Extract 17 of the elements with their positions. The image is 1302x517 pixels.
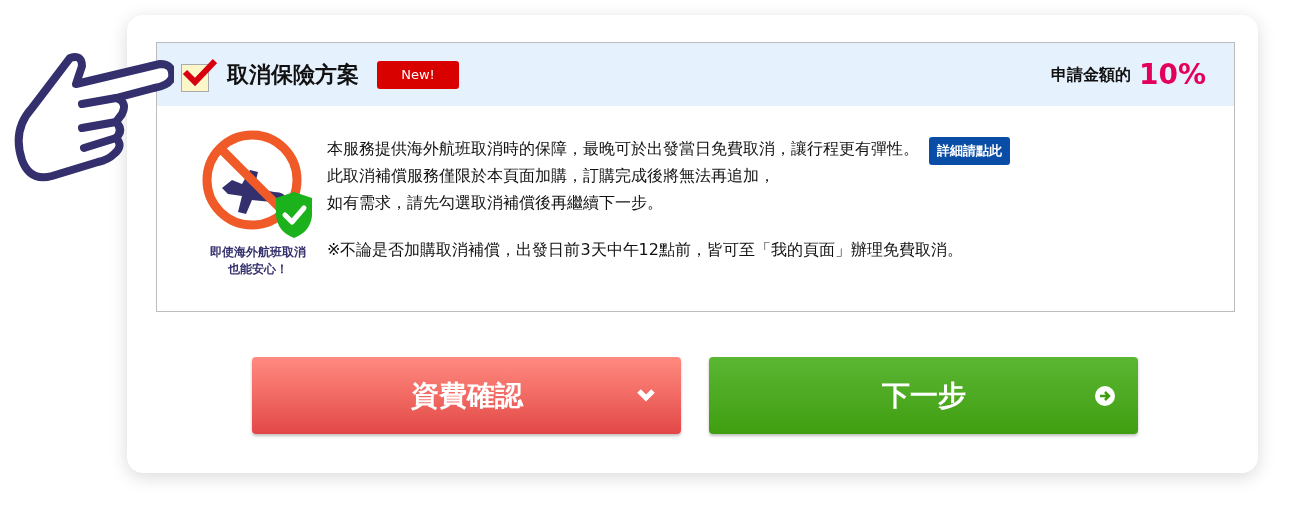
note-text: ※不論是否加購取消補償，出發日前3天中午12點前，皆可至「我的頁面」辦理免費取消。 [327, 239, 964, 261]
pricing-button[interactable]: 資費確認 [252, 357, 681, 434]
checkbox[interactable] [181, 57, 215, 92]
illustration-caption: 也能安心！ [228, 261, 288, 278]
amount-value: 10% [1138, 56, 1206, 93]
new-badge: New! [377, 60, 459, 89]
plan-title: 取消保險方案 [227, 61, 359, 89]
chevron-down-icon [636, 387, 656, 403]
description-text: 此取消補償服務僅限於本頁面加購，訂購完成後將無法再追加， [327, 165, 776, 187]
description-text: 如有需求，請先勾選取消補償後再繼續下一步。 [327, 192, 664, 214]
details-link[interactable]: 詳細請點此 [929, 137, 1010, 165]
next-button[interactable]: 下一步 [709, 357, 1138, 434]
arrow-circle-icon [1094, 385, 1116, 407]
no-flight-shield-icon [202, 130, 314, 240]
illustration-caption: 即使海外航班取消 [210, 244, 306, 261]
description-text: 本服務提供海外航班取消時的保障，最晚可於出發當日免費取消，讓行程更有彈性。 [327, 138, 919, 160]
amount-label: 申請金額的 [1050, 63, 1131, 86]
